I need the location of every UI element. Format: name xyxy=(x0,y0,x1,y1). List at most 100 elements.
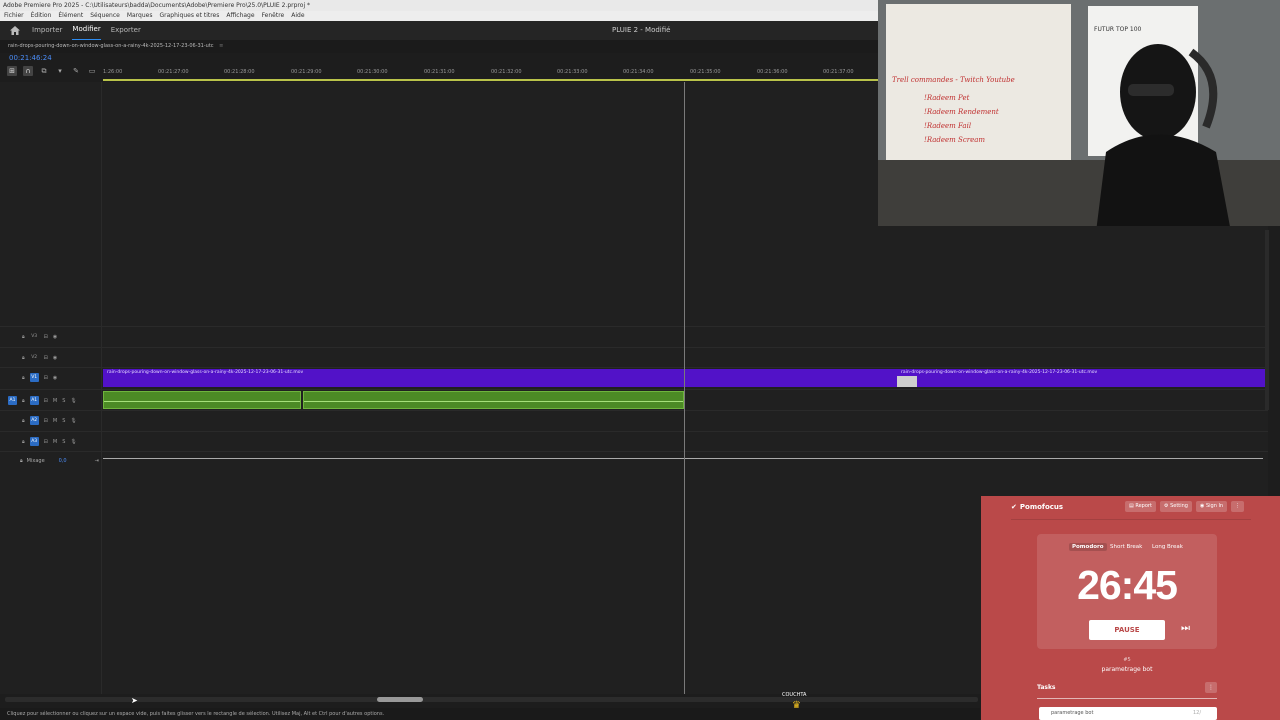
snap-icon[interactable]: ∩ xyxy=(23,66,33,76)
video-clip[interactable]: rain-drops-pouring-down-on-window-glass-… xyxy=(685,369,1265,387)
track-header-v3[interactable]: 🔒︎ V3 ⊟ ◉ xyxy=(22,332,57,341)
menu-aide[interactable]: Aide xyxy=(291,11,304,21)
menu-sequence[interactable]: Séquence xyxy=(90,11,120,21)
report-label: Report xyxy=(1135,503,1152,509)
lock-icon[interactable]: 🔒︎ xyxy=(22,398,25,404)
sync-lock-icon[interactable]: ⊟ xyxy=(44,418,48,424)
zoom-scroll-handle[interactable] xyxy=(377,697,423,702)
solo-button[interactable]: S xyxy=(62,439,65,445)
pause-button[interactable]: PAUSE xyxy=(1089,620,1165,640)
eye-icon[interactable]: ◉ xyxy=(53,355,57,361)
check-circle-icon: ✔︎ xyxy=(1011,503,1017,511)
tasks-menu-icon[interactable]: ⋮ xyxy=(1205,682,1217,693)
track-header-v2[interactable]: 🔒︎ V2 ⊟ ◉ xyxy=(22,353,57,362)
track-header-a2[interactable]: 🔒︎ A2 ⊟ M S 🎙︎ xyxy=(22,416,77,425)
audio-waveform xyxy=(304,401,683,402)
audio-waveform xyxy=(104,401,300,402)
menu-fenetre[interactable]: Fenêtre xyxy=(262,11,285,21)
task-item[interactable]: parametrage bot 12/ xyxy=(1039,707,1217,720)
insert-nest-icon[interactable]: ⊞ xyxy=(7,66,17,76)
track-header-a1[interactable]: A1 🔒︎ A1 ⊟ M S 🎙︎ xyxy=(8,396,77,405)
menu-fichier[interactable]: Fichier xyxy=(4,11,24,21)
ruler-tick: 00:21:29:00 xyxy=(291,69,322,75)
sequence-tab-menu-icon[interactable]: ≡ xyxy=(219,43,223,49)
time-ruler[interactable]: 1:26:00 00:21:27:00 00:21:28:00 00:21:29… xyxy=(103,66,878,81)
mode-pomodoro[interactable]: Pomodoro xyxy=(1069,543,1107,551)
skip-end-icon[interactable]: ⇥ xyxy=(95,458,99,464)
mode-long-break[interactable]: Long Break xyxy=(1149,543,1186,551)
sign-in-button[interactable]: ◉ Sign In xyxy=(1196,501,1228,512)
sign-in-label: Sign In xyxy=(1205,503,1224,509)
menu-element[interactable]: Élément xyxy=(58,11,83,21)
video-clip-label: rain-drops-pouring-down-on-window-glass-… xyxy=(107,370,304,375)
microphone-icon[interactable]: 🎙︎ xyxy=(70,398,76,404)
vertical-scrollbar[interactable] xyxy=(1265,230,1269,410)
track-header-a3[interactable]: 🔒︎ A3 ⊟ M S 🎙︎ xyxy=(22,437,77,446)
playhead[interactable] xyxy=(684,82,685,694)
microphone-icon[interactable]: 🎙︎ xyxy=(70,439,76,445)
mix-volume-line[interactable] xyxy=(103,458,1263,459)
mix-value[interactable]: 0,0 xyxy=(59,458,67,464)
report-button[interactable]: ▤ Report xyxy=(1125,501,1156,512)
track-id-a2[interactable]: A2 xyxy=(29,416,39,425)
mix-track-header[interactable]: 🔒︎ Mixage 0,0 ⇥ xyxy=(20,458,99,464)
lock-icon[interactable]: 🔒︎ xyxy=(20,458,23,464)
session-number: #5 xyxy=(1123,657,1131,663)
track-header-v1[interactable]: 🔒︎ V1 ⊟ ◉ xyxy=(22,373,57,382)
wrench-icon[interactable]: ✎ xyxy=(71,66,81,76)
sync-lock-icon[interactable]: ⊟ xyxy=(44,439,48,445)
mute-button[interactable]: M xyxy=(53,398,57,404)
sync-lock-icon[interactable]: ⊟ xyxy=(44,375,48,381)
lock-icon[interactable]: 🔒︎ xyxy=(22,375,25,381)
mute-button[interactable]: M xyxy=(53,439,57,445)
linked-selection-icon[interactable]: ⧉ xyxy=(39,66,49,76)
more-menu-icon[interactable]: ⋮ xyxy=(1231,501,1244,512)
sync-lock-icon[interactable]: ⊟ xyxy=(44,334,48,340)
track-id-v3[interactable]: V3 xyxy=(30,332,39,341)
menu-marques[interactable]: Marques xyxy=(127,11,153,21)
video-clip[interactable]: rain-drops-pouring-down-on-window-glass-… xyxy=(103,369,685,387)
sequence-tab[interactable]: rain-drops-pouring-down-on-window-glass-… xyxy=(0,40,878,53)
horizontal-scrollbar[interactable] xyxy=(5,697,978,702)
skip-icon[interactable]: ⏭︎ xyxy=(1181,623,1190,634)
track-id-a3[interactable]: A3 xyxy=(29,437,39,446)
audio-clip[interactable] xyxy=(303,391,684,409)
add-marker-icon[interactable]: ▾ xyxy=(55,66,65,76)
status-bar: Cliquez pour sélectionner ou cliquez sur… xyxy=(0,708,980,720)
lock-icon[interactable]: 🔒︎ xyxy=(22,439,25,445)
track-divider xyxy=(0,451,1268,452)
lock-icon[interactable]: 🔒︎ xyxy=(22,355,25,361)
captions-icon[interactable]: ▭ xyxy=(87,66,97,76)
mode-short-break[interactable]: Short Break xyxy=(1107,543,1145,551)
tab-importer[interactable]: Importer xyxy=(32,21,62,40)
timecode-display[interactable]: 00:21:46:24 xyxy=(9,54,52,62)
pomofocus-logo[interactable]: ✔︎ Pomofocus xyxy=(1011,503,1063,511)
whiteboard-line: Trell commandes - Twitch Youtube xyxy=(892,76,1015,84)
lock-icon[interactable]: 🔒︎ xyxy=(22,334,25,340)
webcam-overlay: Trell commandes - Twitch Youtube !Radeem… xyxy=(878,0,1280,226)
home-icon[interactable] xyxy=(10,26,20,35)
menu-affichage[interactable]: Affichage xyxy=(226,11,254,21)
sync-lock-icon[interactable]: ⊟ xyxy=(44,355,48,361)
eye-icon[interactable]: ◉ xyxy=(53,375,57,381)
menu-graphiques[interactable]: Graphiques et titres xyxy=(159,11,219,21)
menu-edition[interactable]: Édition xyxy=(31,11,52,21)
mute-button[interactable]: M xyxy=(53,418,57,424)
solo-button[interactable]: S xyxy=(62,418,65,424)
track-id-v1[interactable]: V1 xyxy=(29,373,39,382)
track-id-v2[interactable]: V2 xyxy=(30,353,39,362)
setting-button[interactable]: ⚙ Setting xyxy=(1160,501,1192,512)
microphone-icon[interactable]: 🎙︎ xyxy=(70,418,76,424)
sync-lock-icon[interactable]: ⊟ xyxy=(44,398,48,404)
audio-clip[interactable] xyxy=(103,391,301,409)
eye-icon[interactable]: ◉ xyxy=(53,334,57,340)
ruler-tick: 00:21:30:00 xyxy=(357,69,388,75)
work-area-bar[interactable] xyxy=(103,79,878,81)
tab-modifier[interactable]: Modifier xyxy=(72,21,101,40)
tab-exporter[interactable]: Exporter xyxy=(111,21,141,40)
lock-icon[interactable]: 🔒︎ xyxy=(22,418,25,424)
track-id-a1[interactable]: A1 xyxy=(29,396,39,405)
solo-button[interactable]: S xyxy=(62,398,65,404)
source-patch-a1[interactable]: A1 xyxy=(8,396,17,405)
streamer-figure xyxy=(1096,44,1230,226)
